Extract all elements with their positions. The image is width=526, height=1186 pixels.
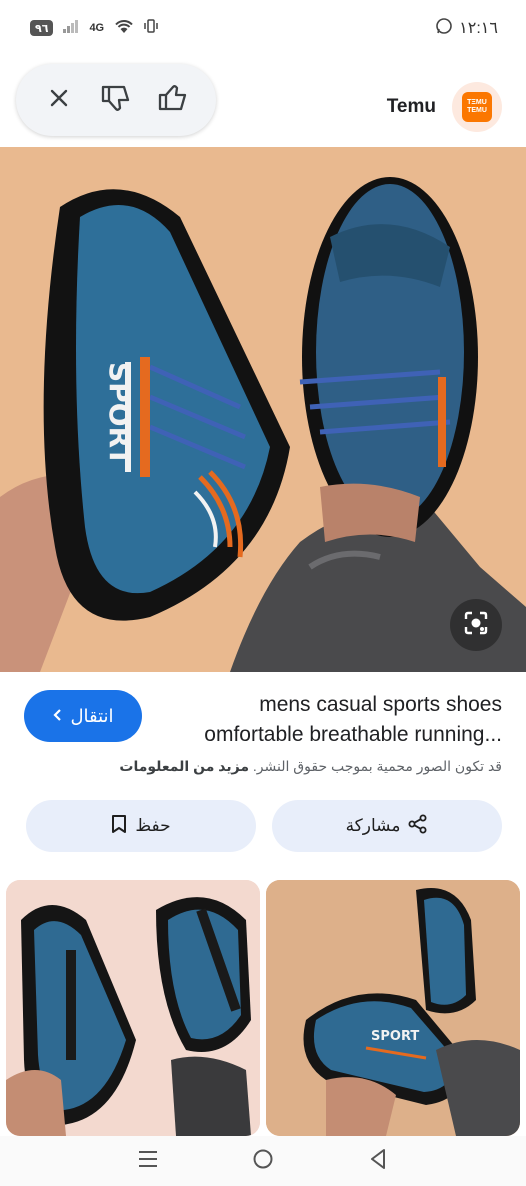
share-label: مشاركة: [345, 816, 401, 835]
status-bar: ٩٦ 4G ١٢:١٦: [0, 0, 526, 56]
image-viewer-page: ٩٦ 4G ١٢:١٦ Temu ТΞMU TEMU SPORT انتقال …: [0, 0, 526, 1186]
svg-text:SPORT: SPORT: [103, 362, 136, 466]
close-icon: [47, 86, 71, 115]
back-triangle-icon: [368, 1148, 388, 1175]
temu-logo-text-bottom: TEMU: [467, 107, 487, 114]
result-title-line2: omfortable breathable running...: [204, 723, 502, 746]
copyright-text: قد تكون الصور محمية بموجب حقوق النشر.: [252, 758, 502, 774]
whatsapp-icon: [435, 17, 453, 40]
bookmark-icon: [111, 814, 127, 839]
visit-button[interactable]: انتقال: [24, 690, 142, 742]
wifi-icon: [114, 18, 134, 38]
vibrate-icon: [144, 18, 158, 38]
status-right: ١٢:١٦: [435, 17, 498, 40]
temu-logo: ТΞMU TEMU: [462, 92, 492, 122]
thumbs-up-icon: [157, 83, 189, 118]
visit-label: انتقال: [70, 705, 114, 726]
svg-text:SPORT: SPORT: [371, 1029, 419, 1044]
home-circle-icon: [252, 1148, 274, 1175]
save-button[interactable]: حفظ: [26, 800, 256, 852]
copyright-notice: قد تكون الصور محمية بموجب حقوق النشر. مز…: [12, 758, 502, 775]
temu-logo-text-top: ТΞMU: [467, 99, 487, 107]
system-nav-bar: [0, 1136, 526, 1186]
share-icon: [408, 814, 428, 839]
share-button[interactable]: مشاركة: [272, 800, 502, 852]
save-label: حفظ: [135, 816, 171, 835]
menu-icon: [137, 1149, 159, 1174]
related-image[interactable]: SPORT: [266, 880, 520, 1136]
back-button[interactable]: [358, 1141, 398, 1181]
feedback-pill: [16, 64, 216, 136]
shoes-photo: SPORT: [0, 147, 526, 672]
related-shoe-photo: [6, 880, 260, 1136]
home-button[interactable]: [243, 1141, 283, 1181]
viewer-header: Temu ТΞMU TEMU: [0, 60, 526, 150]
related-images-grid: SPORT: [0, 880, 526, 1140]
recents-button[interactable]: [128, 1141, 168, 1181]
lens-icon: [462, 609, 490, 642]
main-product-image[interactable]: SPORT: [0, 147, 526, 672]
like-button[interactable]: [149, 76, 197, 124]
source-logo[interactable]: ТΞMU TEMU: [452, 82, 502, 132]
result-title[interactable]: mens casual sports shoes omfortable brea…: [182, 690, 502, 750]
action-buttons: حفظ مشاركة: [0, 800, 526, 856]
lens-search-button[interactable]: [450, 599, 502, 651]
status-left: ٩٦ 4G: [30, 18, 158, 38]
result-info: انتقال mens casual sports shoes omfortab…: [0, 686, 526, 806]
close-button[interactable]: [35, 76, 83, 124]
network-label: 4G: [89, 22, 105, 34]
related-image[interactable]: [6, 880, 260, 1136]
related-shoe-photo: SPORT: [266, 880, 520, 1136]
signal-icon: [63, 19, 79, 37]
result-title-line1: mens casual sports shoes: [259, 693, 502, 716]
chevron-left-icon: [52, 706, 62, 727]
battery-indicator: ٩٦: [30, 20, 54, 36]
clock-time: ١٢:١٦: [459, 20, 498, 37]
source-name[interactable]: Temu: [387, 96, 436, 118]
thumbs-down-icon: [100, 83, 132, 118]
more-info-link[interactable]: مزيد من المعلومات: [119, 758, 249, 774]
dislike-button[interactable]: [92, 76, 140, 124]
